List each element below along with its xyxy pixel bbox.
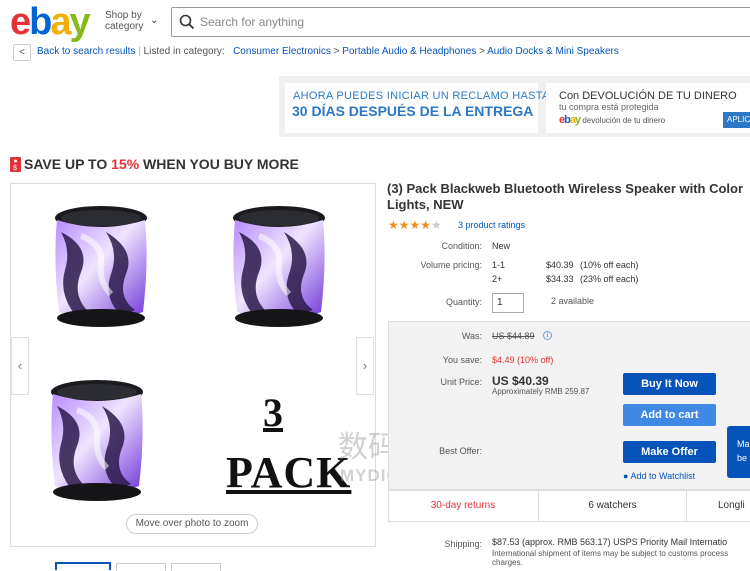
volume-tier-note: (23% off each): [580, 274, 639, 284]
breadcrumb-separator: >: [479, 46, 485, 57]
shop-by-category-button[interactable]: Shop by category: [105, 10, 155, 32]
volume-discount-promo: SAVE UP TO 15% WHEN YOU BUY MORE: [24, 156, 299, 172]
watchers-stat: 6 watchers: [588, 500, 637, 511]
previous-image-button[interactable]: ‹: [11, 337, 29, 395]
approx-price: Approximately RMB 259.87: [492, 387, 590, 396]
make-offer-button[interactable]: Make Offer: [623, 441, 716, 463]
add-to-watchlist-link[interactable]: ● Add to Watchlist: [623, 471, 695, 481]
claim-banner-line2: 30 DÍAS DESPUÉS DE LA ENTREGA: [292, 103, 534, 119]
was-label: Was:: [461, 331, 482, 341]
condition-label: Condition:: [441, 241, 482, 251]
shipping-value: $87.53 (approx. RMB 563.17) USPS Priorit…: [492, 537, 728, 547]
product-title: (3) Pack Blackweb Bluetooth Wireless Spe…: [387, 181, 744, 212]
ebay-logo[interactable]: ebay: [10, 2, 91, 42]
ebay-mini-logo: ebay: [559, 114, 581, 126]
volume-tier-price: $34.33: [546, 274, 574, 284]
listed-in-label: Listed in category:: [143, 46, 225, 57]
divider: [686, 491, 687, 521]
pack-number-label: 3: [263, 390, 283, 435]
breadcrumb-item[interactable]: Portable Audio & Headphones: [342, 46, 476, 57]
available-count: 2 available: [551, 296, 595, 306]
volume-tier-qty: 2+: [492, 274, 503, 284]
shipping-note: International shipment of items may be s…: [492, 549, 729, 567]
unit-price-label: Unit Price:: [440, 377, 482, 387]
buy-it-now-button[interactable]: Buy It Now: [623, 373, 716, 395]
money-back-banner[interactable]: Con DEVOLUCIÓN DE TU DINERO tu compra es…: [546, 83, 750, 133]
best-offer-label: Best Offer:: [439, 446, 482, 456]
star-rating[interactable]: ★★★★★: [388, 218, 442, 232]
next-image-button[interactable]: ›: [356, 337, 374, 395]
svg-text:$: $: [13, 165, 17, 172]
quantity-input[interactable]: 1: [492, 293, 524, 313]
returns-stat[interactable]: 30-day returns: [388, 490, 538, 522]
info-icon[interactable]: i: [543, 331, 552, 340]
you-save-label: You save:: [442, 355, 482, 365]
claim-banner[interactable]: AHORA PUEDES INICIAR UN RECLAMO HASTA 30…: [285, 83, 550, 133]
back-to-search-link[interactable]: Back to search results: [37, 46, 135, 57]
volume-tier-note: (10% off each): [580, 260, 639, 270]
volume-tier-price: $40.39: [546, 260, 574, 270]
breadcrumb-item[interactable]: Audio Docks & Mini Speakers: [487, 46, 619, 57]
money-back-line1: Con DEVOLUCIÓN DE TU DINERO: [559, 90, 737, 102]
back-icon[interactable]: <: [13, 44, 31, 61]
watchlist-label: Add to Watchlist: [630, 471, 696, 481]
breadcrumb-separator: >: [333, 46, 340, 57]
tag-icon: $: [10, 157, 21, 172]
claim-banner-line1: AHORA PUEDES INICIAR UN RECLAMO HASTA: [293, 90, 550, 102]
chevron-down-icon[interactable]: ⌄: [150, 15, 158, 26]
search-icon: [179, 14, 195, 30]
breadcrumb-item[interactable]: Consumer Electronics: [233, 46, 331, 57]
search-input[interactable]: [200, 8, 740, 35]
was-price: US $44.89: [492, 331, 535, 341]
apply-button[interactable]: APLICA: [723, 112, 750, 128]
quantity-label: Quantity:: [445, 297, 482, 307]
eye-icon: ●: [623, 471, 629, 481]
you-save-value: $4.49 (10% off): [492, 355, 554, 365]
money-back-line3: ebay devolución de tu dinero: [559, 114, 666, 126]
volume-tier-qty: 1-1: [492, 260, 506, 270]
volume-pricing-label: Volume pricing:: [420, 260, 482, 270]
add-to-cart-button[interactable]: Add to cart: [623, 404, 716, 426]
breadcrumb: Back to search results | Listed in categ…: [37, 46, 619, 57]
shipping-label: Shipping:: [444, 539, 482, 549]
ratings-link[interactable]: 3 product ratings: [458, 220, 525, 230]
thumbnail[interactable]: [171, 563, 221, 571]
offer-tooltip: Ma be: [727, 426, 750, 478]
zoom-hint: Move over photo to zoom: [126, 514, 258, 534]
thumbnail[interactable]: [116, 563, 166, 571]
money-back-line2: tu compra está protegida: [559, 102, 659, 112]
condition-value: New: [492, 241, 511, 251]
unit-price: US $40.39: [492, 374, 549, 388]
longest-stat: Longli: [718, 500, 745, 511]
